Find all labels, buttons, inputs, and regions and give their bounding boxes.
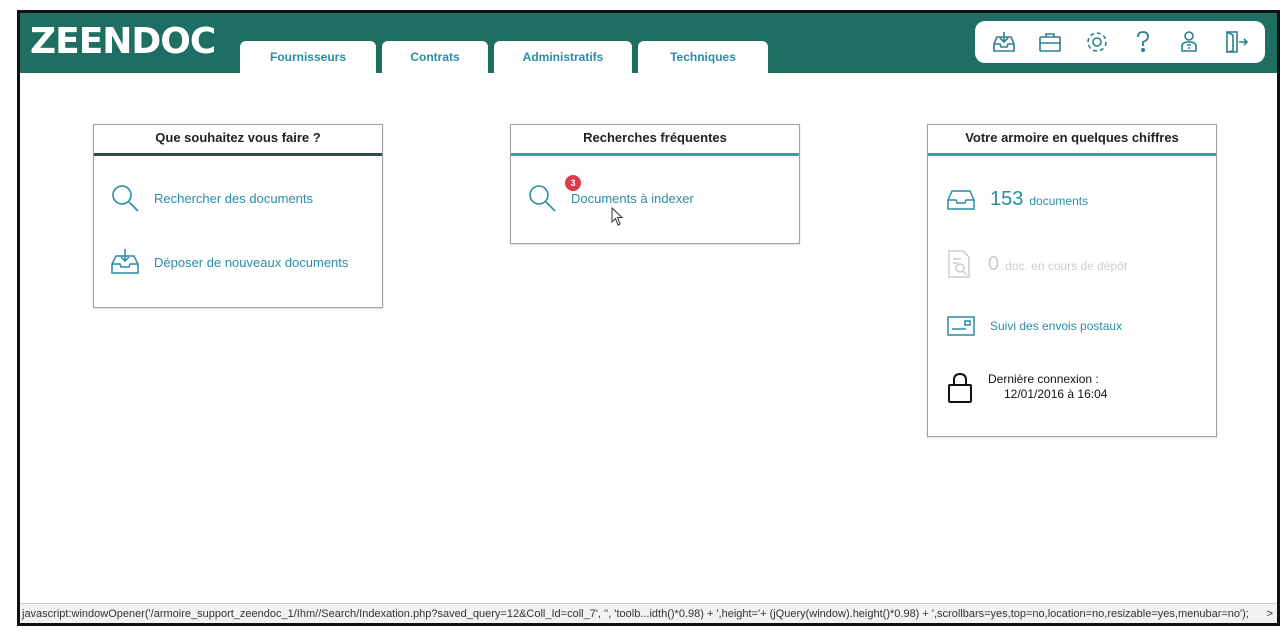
frequent-searches-title: Recherches fréquentes <box>511 125 799 156</box>
briefcase-icon[interactable] <box>1036 28 1064 56</box>
upload-documents-label: Déposer de nouveaux documents <box>154 254 349 270</box>
frequent-searches-panel: Recherches fréquentes 3 Documents à inde… <box>510 124 800 244</box>
actions-panel: Que souhaitez vous faire ? Rechercher de… <box>93 124 383 308</box>
status-bar-url: javascript:windowOpener('/armoire_suppor… <box>22 608 1249 620</box>
mouse-cursor-icon <box>611 207 624 226</box>
inbox-download-icon <box>111 249 139 274</box>
last-login-label: Dernière connexion : <box>988 372 1099 386</box>
pending-deposit-row: 0 doc. en cours de dépôt <box>946 249 1127 279</box>
gear-icon[interactable] <box>1083 28 1111 56</box>
pending-label: doc. en cours de dépôt <box>1005 259 1128 273</box>
toolbar <box>975 21 1265 63</box>
inbox-icon <box>947 190 975 210</box>
logo: ZEENDOC <box>30 21 216 62</box>
pending-count: 0 <box>988 252 1000 275</box>
status-bar: javascript:windowOpener('/armoire_suppor… <box>20 603 1277 623</box>
documents-count-row[interactable]: 153 documents <box>946 187 1088 211</box>
help-icon[interactable] <box>1129 28 1157 56</box>
document-search-icon <box>948 250 970 278</box>
postal-tracking-label: Suivi des envois postaux <box>990 319 1123 333</box>
pending-count-badge: 3 <box>565 175 581 191</box>
postal-tracking-link[interactable]: Suivi des envois postaux <box>946 315 1122 337</box>
stats-panel: Votre armoire en quelques chiffres 153 d… <box>927 124 1217 437</box>
upload-documents-link[interactable]: Déposer de nouveaux documents <box>110 247 348 277</box>
documents-count: 153 <box>990 187 1024 210</box>
tab-administratifs[interactable]: Administratifs <box>494 41 632 73</box>
search-icon <box>112 185 139 212</box>
inbox-download-icon[interactable] <box>990 28 1018 56</box>
actions-panel-title: Que souhaitez vous faire ? <box>94 125 382 156</box>
documents-count-label: documents <box>1029 194 1089 208</box>
lock-icon <box>948 372 972 403</box>
tab-fournisseurs[interactable]: Fournisseurs <box>240 41 376 73</box>
search-documents-link[interactable]: Rechercher des documents <box>110 183 313 213</box>
user-badge-icon[interactable] <box>1175 28 1203 56</box>
last-login-row: Dernière connexion : 12/01/2016 à 16:04 <box>946 372 1107 404</box>
search-documents-label: Rechercher des documents <box>154 190 313 206</box>
tab-techniques[interactable]: Techniques <box>638 41 768 73</box>
envelope-icon <box>947 316 975 336</box>
last-login-value: 12/01/2016 à 16:04 <box>1004 387 1108 401</box>
stats-panel-title: Votre armoire en quelques chiffres <box>928 125 1216 156</box>
app-window: ZEENDOC Fournisseurs Contrats Administra… <box>17 10 1280 626</box>
status-bar-arrow: > <box>1266 608 1273 620</box>
documents-to-index-label: Documents à indexer <box>571 190 694 206</box>
logout-icon[interactable] <box>1222 28 1250 56</box>
top-bar: ZEENDOC Fournisseurs Contrats Administra… <box>20 13 1277 73</box>
tab-contrats[interactable]: Contrats <box>382 41 488 73</box>
search-icon <box>529 185 556 212</box>
